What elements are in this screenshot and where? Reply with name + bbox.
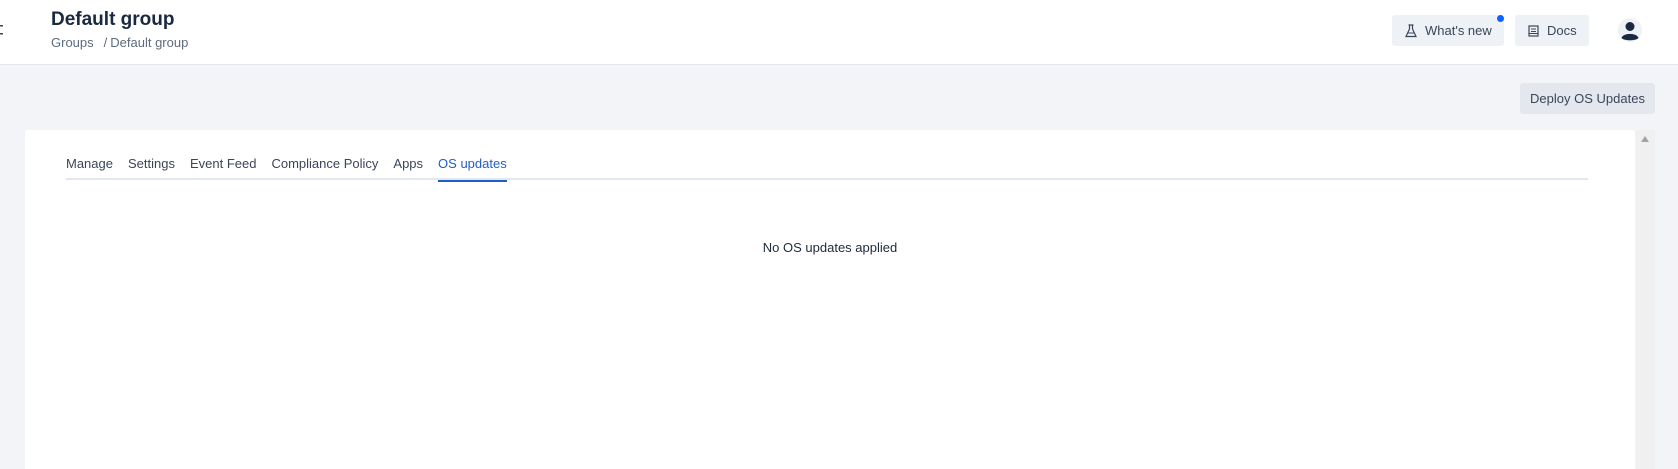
empty-state-message: No OS updates applied	[762, 240, 898, 255]
book-icon	[1528, 24, 1539, 37]
content-card: Manage Settings Event Feed Compliance Po…	[25, 130, 1635, 469]
scroll-up-arrow-icon[interactable]	[1641, 136, 1649, 142]
page-title: Default group	[51, 9, 175, 30]
deploy-os-updates-button[interactable]: Deploy OS Updates	[1520, 83, 1655, 114]
tab-apps[interactable]: Apps	[393, 156, 423, 180]
tab-compliance-policy[interactable]: Compliance Policy	[271, 156, 378, 180]
tab-os-updates[interactable]: OS updates	[438, 156, 507, 182]
whats-new-label: What's new	[1425, 23, 1492, 38]
tab-settings[interactable]: Settings	[128, 156, 175, 180]
whats-new-button[interactable]: What's new	[1392, 15, 1504, 46]
docs-label: Docs	[1547, 23, 1577, 38]
breadcrumb-groups-link[interactable]: Groups	[51, 35, 94, 50]
breadcrumb: Groups / Default group	[51, 35, 188, 50]
menu-edge-icon[interactable]	[0, 22, 5, 38]
tab-manage[interactable]: Manage	[66, 156, 113, 180]
user-avatar-icon[interactable]	[1617, 17, 1643, 43]
tab-bar: Manage Settings Event Feed Compliance Po…	[66, 156, 1588, 182]
flask-icon	[1405, 23, 1417, 37]
docs-button[interactable]: Docs	[1515, 15, 1589, 46]
tab-event-feed[interactable]: Event Feed	[190, 156, 257, 180]
breadcrumb-current: Default group	[110, 35, 189, 50]
vertical-scrollbar[interactable]	[1636, 130, 1655, 469]
top-header: Default group Groups / Default group What'…	[0, 0, 1678, 65]
breadcrumb-separator: /	[103, 35, 108, 50]
notification-dot	[1497, 15, 1504, 22]
